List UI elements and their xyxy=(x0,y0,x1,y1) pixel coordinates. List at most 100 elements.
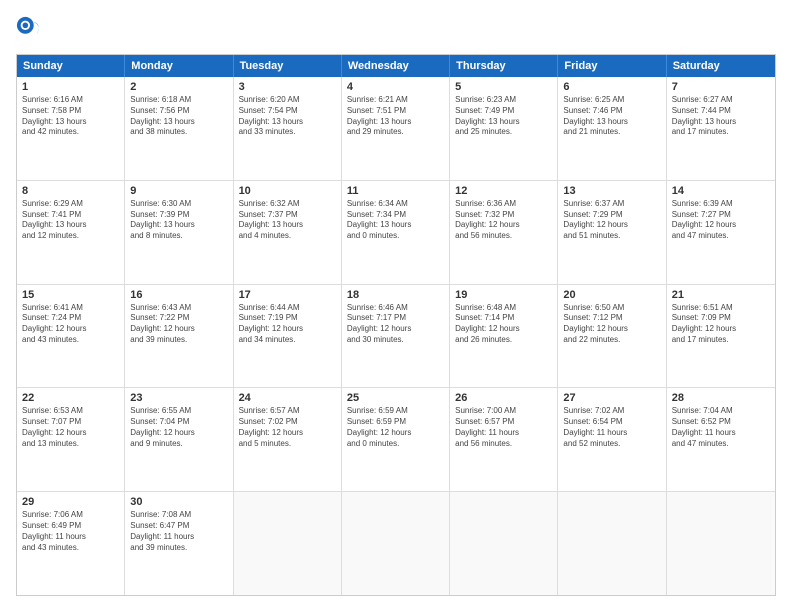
daylight-text: Daylight: 12 hours xyxy=(672,324,770,335)
daylight-text: and 8 minutes. xyxy=(130,231,227,242)
weekday-header: Friday xyxy=(558,55,666,77)
daylight-text: Daylight: 12 hours xyxy=(455,220,552,231)
calendar-cell: 17 Sunrise: 6:44 AMSunset: 7:19 PMDayligh… xyxy=(234,285,342,388)
daylight-text: Daylight: 12 hours xyxy=(239,324,336,335)
daylight-text: Daylight: 13 hours xyxy=(239,117,336,128)
calendar-cell: 29Sunrise: 7:06 AMSunset: 6:49 PMDayligh… xyxy=(17,492,125,595)
daylight-text: Daylight: 12 hours xyxy=(22,324,119,335)
calendar-cell: 28Sunrise: 7:04 AMSunset: 6:52 PMDayligh… xyxy=(667,388,775,491)
daylight-text: Daylight: 11 hours xyxy=(455,428,552,439)
logo xyxy=(16,16,48,44)
sunset-text: Sunset: 6:47 PM xyxy=(130,521,227,532)
daylight-text: Daylight: 12 hours xyxy=(22,428,119,439)
sunset-text: Sunset: 6:59 PM xyxy=(347,417,444,428)
daylight-text: and 47 minutes. xyxy=(672,231,770,242)
sunset-text: Sunset: 7:27 PM xyxy=(672,210,770,221)
calendar-cell: 16Sunrise: 6:43 AMSunset: 7:22 PMDayligh… xyxy=(125,285,233,388)
daylight-text: Daylight: 12 hours xyxy=(563,220,660,231)
calendar-row: 22Sunrise: 6:53 AMSunset: 7:07 PMDayligh… xyxy=(17,388,775,492)
calendar-cell: 10Sunrise: 6:32 AMSunset: 7:37 PMDayligh… xyxy=(234,181,342,284)
day-number: 5 xyxy=(455,81,552,93)
calendar-row: 1Sunrise: 6:16 AMSunset: 7:58 PMDaylight… xyxy=(17,77,775,181)
day-number: 29 xyxy=(22,496,119,508)
daylight-text: Daylight: 12 hours xyxy=(130,324,227,335)
sunrise-text: Sunrise: 6:23 AM xyxy=(455,95,552,106)
sunset-text: Sunset: 7:22 PM xyxy=(130,313,227,324)
daylight-text: and 52 minutes. xyxy=(563,439,660,450)
sunset-text: Sunset: 6:52 PM xyxy=(672,417,770,428)
daylight-text: Daylight: 13 hours xyxy=(455,117,552,128)
sunrise-text: Sunrise: 6:51 AM xyxy=(672,303,770,314)
calendar-cell: 20Sunrise: 6:50 AMSunset: 7:12 PMDayligh… xyxy=(558,285,666,388)
daylight-text: and 5 minutes. xyxy=(239,439,336,450)
daylight-text: Daylight: 12 hours xyxy=(672,220,770,231)
daylight-text: and 47 minutes. xyxy=(672,439,770,450)
daylight-text: and 9 minutes. xyxy=(130,439,227,450)
sunrise-text: Sunrise: 6:29 AM xyxy=(22,199,119,210)
calendar-cell: 13Sunrise: 6:37 AMSunset: 7:29 PMDayligh… xyxy=(558,181,666,284)
sunset-text: Sunset: 7:29 PM xyxy=(563,210,660,221)
calendar-cell: 3Sunrise: 6:20 AMSunset: 7:54 PMDaylight… xyxy=(234,77,342,180)
calendar: SundayMondayTuesdayWednesdayThursdayFrid… xyxy=(16,54,776,596)
calendar-cell: 4Sunrise: 6:21 AMSunset: 7:51 PMDaylight… xyxy=(342,77,450,180)
calendar-cell: 22Sunrise: 6:53 AMSunset: 7:07 PMDayligh… xyxy=(17,388,125,491)
sunrise-text: Sunrise: 6:44 AM xyxy=(239,303,336,314)
sunrise-text: Sunrise: 6:25 AM xyxy=(563,95,660,106)
sunset-text: Sunset: 7:24 PM xyxy=(22,313,119,324)
daylight-text: and 12 minutes. xyxy=(22,231,119,242)
weekday-header: Sunday xyxy=(17,55,125,77)
day-number: 21 xyxy=(672,289,770,301)
daylight-text: Daylight: 13 hours xyxy=(672,117,770,128)
calendar-cell: 24Sunrise: 6:57 AMSunset: 7:02 PMDayligh… xyxy=(234,388,342,491)
weekday-header: Monday xyxy=(125,55,233,77)
calendar-cell: 12Sunrise: 6:36 AMSunset: 7:32 PMDayligh… xyxy=(450,181,558,284)
calendar-row: 29Sunrise: 7:06 AMSunset: 6:49 PMDayligh… xyxy=(17,492,775,595)
sunrise-text: Sunrise: 6:57 AM xyxy=(239,406,336,417)
day-number: 20 xyxy=(563,289,660,301)
calendar-cell: 25Sunrise: 6:59 AMSunset: 6:59 PMDayligh… xyxy=(342,388,450,491)
sunrise-text: Sunrise: 6:20 AM xyxy=(239,95,336,106)
day-number: 15 xyxy=(22,289,119,301)
day-number: 25 xyxy=(347,392,444,404)
calendar-cell: 8Sunrise: 6:29 AMSunset: 7:41 PMDaylight… xyxy=(17,181,125,284)
sunrise-text: Sunrise: 6:48 AM xyxy=(455,303,552,314)
daylight-text: and 39 minutes. xyxy=(130,543,227,554)
day-number: 6 xyxy=(563,81,660,93)
weekday-header: Thursday xyxy=(450,55,558,77)
sunrise-text: Sunrise: 6:21 AM xyxy=(347,95,444,106)
calendar-cell: 6Sunrise: 6:25 AMSunset: 7:46 PMDaylight… xyxy=(558,77,666,180)
daylight-text: and 39 minutes. xyxy=(130,335,227,346)
calendar-row: 15Sunrise: 6:41 AMSunset: 7:24 PMDayligh… xyxy=(17,285,775,389)
daylight-text: and 29 minutes. xyxy=(347,127,444,138)
weekday-header: Tuesday xyxy=(234,55,342,77)
sunrise-text: Sunrise: 6:16 AM xyxy=(22,95,119,106)
day-number: 11 xyxy=(347,185,444,197)
sunrise-text: Sunrise: 7:08 AM xyxy=(130,510,227,521)
daylight-text: and 25 minutes. xyxy=(455,127,552,138)
daylight-text: Daylight: 12 hours xyxy=(130,428,227,439)
calendar-cell xyxy=(558,492,666,595)
daylight-text: and 43 minutes. xyxy=(22,543,119,554)
day-number: 27 xyxy=(563,392,660,404)
sunset-text: Sunset: 7:19 PM xyxy=(239,313,336,324)
sunrise-text: Sunrise: 6:53 AM xyxy=(22,406,119,417)
calendar-cell: 23Sunrise: 6:55 AMSunset: 7:04 PMDayligh… xyxy=(125,388,233,491)
sunset-text: Sunset: 7:14 PM xyxy=(455,313,552,324)
sunset-text: Sunset: 7:17 PM xyxy=(347,313,444,324)
sunset-text: Sunset: 7:44 PM xyxy=(672,106,770,117)
day-number: 13 xyxy=(563,185,660,197)
calendar-cell: 27Sunrise: 7:02 AMSunset: 6:54 PMDayligh… xyxy=(558,388,666,491)
daylight-text: and 0 minutes. xyxy=(347,231,444,242)
daylight-text: Daylight: 11 hours xyxy=(130,532,227,543)
sunrise-text: Sunrise: 7:02 AM xyxy=(563,406,660,417)
sunset-text: Sunset: 7:49 PM xyxy=(455,106,552,117)
day-number: 17 xyxy=(239,289,336,301)
sunset-text: Sunset: 7:39 PM xyxy=(130,210,227,221)
daylight-text: and 34 minutes. xyxy=(239,335,336,346)
calendar-cell: 2Sunrise: 6:18 AMSunset: 7:56 PMDaylight… xyxy=(125,77,233,180)
daylight-text: and 17 minutes. xyxy=(672,127,770,138)
sunset-text: Sunset: 6:57 PM xyxy=(455,417,552,428)
daylight-text: Daylight: 13 hours xyxy=(130,220,227,231)
daylight-text: Daylight: 11 hours xyxy=(563,428,660,439)
daylight-text: and 43 minutes. xyxy=(22,335,119,346)
